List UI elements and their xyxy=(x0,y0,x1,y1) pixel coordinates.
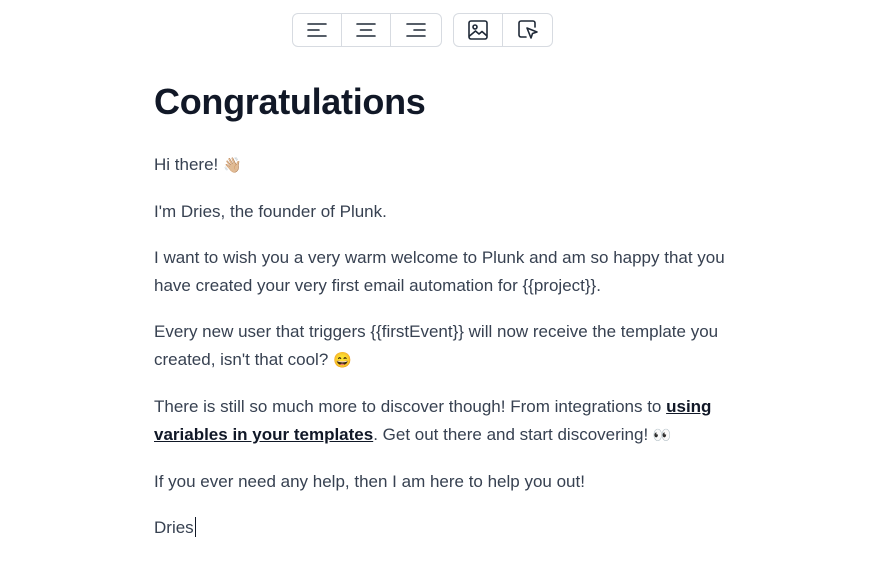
intro-paragraph[interactable]: I'm Dries, the founder of Plunk. xyxy=(154,198,739,226)
align-center-button[interactable] xyxy=(342,14,391,46)
signature-paragraph[interactable]: Dries xyxy=(154,514,739,542)
greeting-paragraph[interactable]: Hi there! 👋🏼 xyxy=(154,151,739,180)
insert-button-button[interactable] xyxy=(503,14,552,46)
align-left-icon xyxy=(307,23,327,37)
alignment-button-group xyxy=(292,13,442,47)
email-editor[interactable]: Congratulations Hi there! 👋🏼 I'm Dries, … xyxy=(154,80,739,542)
trigger-paragraph[interactable]: Every new user that triggers {{firstEven… xyxy=(154,318,739,375)
email-heading[interactable]: Congratulations xyxy=(154,80,739,124)
align-center-icon xyxy=(356,23,376,37)
greeting-text: Hi there! xyxy=(154,155,223,174)
discover-text-before: There is still so much more to discover … xyxy=(154,397,667,416)
cursor-click-icon xyxy=(517,20,538,39)
smiling-face-icon: 😄 xyxy=(333,352,352,369)
insert-image-button[interactable] xyxy=(454,14,503,46)
align-left-button[interactable] xyxy=(293,14,342,46)
text-caret xyxy=(194,517,196,537)
help-paragraph[interactable]: If you ever need any help, then I am her… xyxy=(154,468,739,496)
signature-text: Dries xyxy=(154,518,194,537)
image-icon xyxy=(468,20,488,40)
welcome-paragraph[interactable]: I want to wish you a very warm welcome t… xyxy=(154,244,739,300)
trigger-text: Every new user that triggers {{firstEven… xyxy=(154,322,719,369)
eyes-icon: 👀 xyxy=(652,427,672,444)
align-right-icon xyxy=(405,23,426,37)
insert-button-group xyxy=(453,13,553,47)
discover-paragraph[interactable]: There is still so much more to discover … xyxy=(154,393,739,450)
discover-text-after: . Get out there and start discovering! xyxy=(373,425,653,444)
waving-hand-icon: 👋🏼 xyxy=(222,157,242,174)
align-right-button[interactable] xyxy=(391,14,440,46)
